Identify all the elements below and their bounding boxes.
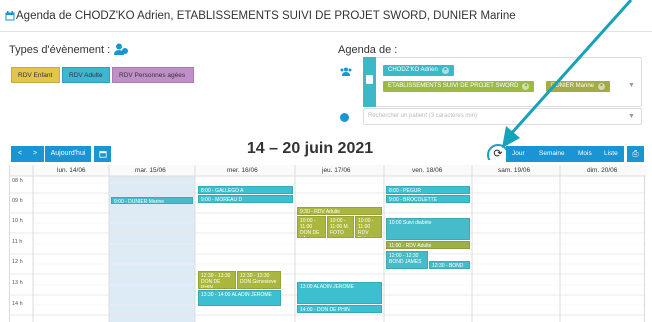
page-title: Agenda de CHODZ'KO Adrien, ETABLISSEMENT… bbox=[16, 10, 516, 22]
hour-label: 14 h bbox=[12, 301, 23, 307]
remove-chip-icon[interactable]: × bbox=[441, 67, 449, 74]
agenda-chip-chodzko[interactable]: CHODZ'KO Adrien × bbox=[383, 65, 454, 76]
calendar-event[interactable]: 9:00 - DUNIER Marine bbox=[111, 197, 193, 204]
event-type-personnes-agees[interactable]: RDV Personnes agées bbox=[112, 67, 194, 83]
calendar-event[interactable]: 10:00 - 11:00 RDV Enfant bbox=[355, 216, 382, 238]
agenda-label: Agenda de : bbox=[338, 44, 398, 56]
hour-label: 10 h bbox=[12, 218, 23, 224]
date-range-title: 14 – 20 juin 2021 bbox=[246, 140, 374, 157]
day-header: mar. 15/06 bbox=[135, 167, 166, 174]
calendar-event[interactable]: 14:00 - DON DE PHIN bbox=[297, 305, 382, 313]
user-add-icon[interactable] bbox=[114, 43, 128, 55]
user-icon bbox=[340, 113, 349, 122]
calendar-event[interactable]: 12:00 - 12:30 BOND JAMES bbox=[386, 251, 428, 269]
day-header: sam. 19/06 bbox=[498, 167, 531, 174]
calendar-event[interactable]: 13:00 ALADIN JEROME bbox=[297, 282, 382, 304]
calendar-event[interactable]: 12:30 - 13:30 DON DE PHIN bbox=[198, 271, 236, 289]
types-label: Types d'évènement : bbox=[9, 44, 111, 56]
calendar-icon bbox=[5, 11, 15, 21]
next-button[interactable]: > bbox=[28, 146, 43, 162]
calendar-icon bbox=[98, 151, 107, 158]
calendar-event[interactable]: 10:00 - 11:00 M. FOTO bbox=[327, 216, 354, 238]
calendar-event[interactable]: 8:00 - GALLEGO A bbox=[198, 186, 293, 194]
hour-label: 12 h bbox=[12, 259, 23, 265]
day-header: lun. 14/06 bbox=[57, 167, 86, 174]
calendar-event[interactable]: 12:30 - 13:30 DON Genevieve bbox=[237, 271, 281, 289]
date-picker-button[interactable] bbox=[94, 146, 111, 162]
calendar-event[interactable]: 9:30 - RDV Adulte bbox=[297, 207, 382, 215]
event-type-enfant[interactable]: RDV Enfant bbox=[11, 67, 60, 83]
week-calendar: lun. 14/06 mar. 15/06 mer. 16/06 jeu. 17… bbox=[9, 165, 646, 322]
day-header: ven. 18/06 bbox=[412, 167, 443, 174]
calendar-event[interactable]: 9:00 - BROCOLETTE bbox=[386, 195, 470, 203]
calendar-event[interactable]: 10:00 - 11:00 DON DE LA bbox=[297, 216, 326, 238]
hour-label: 09 h bbox=[12, 198, 23, 204]
nav-buttons: < > bbox=[11, 146, 44, 162]
calendar-event[interactable]: 12:30 - BOND bbox=[429, 261, 470, 269]
users-icon bbox=[340, 67, 352, 76]
annotation-arrow bbox=[487, 0, 633, 160]
day-header: dim. 20/06 bbox=[587, 167, 618, 174]
today-button[interactable]: Aujourd'hui bbox=[45, 146, 91, 162]
calendar-event[interactable]: 10:00 Suivi diabète bbox=[386, 218, 470, 240]
agenda-color-marker bbox=[363, 57, 376, 107]
hour-label: 08 h bbox=[12, 178, 23, 184]
calendar-event[interactable]: 13:30 - 14:00 ALADIN JEROME bbox=[198, 290, 281, 306]
day-header: jeu. 17/06 bbox=[322, 167, 351, 174]
day-header: mer. 16/06 bbox=[227, 167, 258, 174]
event-type-adulte[interactable]: RDV Adulte bbox=[62, 67, 110, 83]
hour-label: 13 h bbox=[12, 280, 23, 286]
calendar-event[interactable]: 9:00 - MOREAU D bbox=[198, 195, 293, 203]
prev-button[interactable]: < bbox=[13, 146, 28, 162]
calendar-event[interactable]: 8:00 - PEGUR bbox=[386, 186, 470, 194]
calendar-event[interactable]: 11:00 - RDV Adulte bbox=[386, 241, 470, 249]
hour-label: 11 h bbox=[12, 239, 23, 245]
